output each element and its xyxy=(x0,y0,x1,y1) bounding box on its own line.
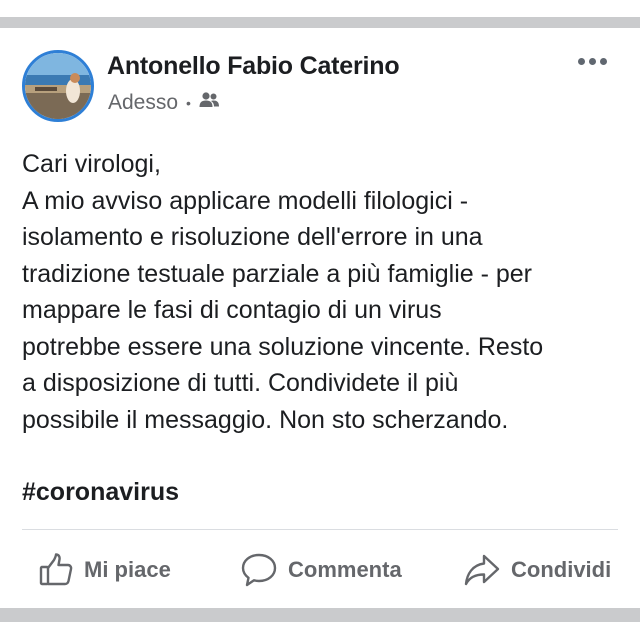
thumbs-up-icon xyxy=(38,552,74,588)
more-options-icon[interactable] xyxy=(578,58,607,65)
hashtag-link[interactable]: #coronavirus xyxy=(22,478,179,507)
author-name[interactable]: Antonello Fabio Caterino xyxy=(107,52,400,81)
post-meta: Adesso • xyxy=(108,91,220,115)
like-label: Mi piace xyxy=(84,557,171,582)
post-text: Cari virologi, A mio avviso applicare mo… xyxy=(22,150,544,434)
comment-label: Commenta xyxy=(288,557,402,582)
avatar[interactable] xyxy=(22,50,94,122)
comment-bubble-icon xyxy=(240,552,278,588)
avatar-image xyxy=(25,53,91,119)
post-actions: Mi piace Commenta Condividi xyxy=(0,544,640,596)
meta-separator: • xyxy=(186,95,191,111)
share-label: Condividi xyxy=(511,557,612,582)
share-arrow-icon xyxy=(463,552,501,588)
friends-icon[interactable] xyxy=(198,91,220,115)
feed-separator-bottom xyxy=(0,608,640,640)
share-button[interactable]: Condividi xyxy=(463,544,611,596)
post-card: Antonello Fabio Caterino Adesso • Cari v… xyxy=(0,28,640,608)
like-button[interactable]: Mi piace xyxy=(38,544,171,596)
post-timestamp[interactable]: Adesso xyxy=(108,91,178,115)
feed-separator-top xyxy=(0,0,640,28)
comment-button[interactable]: Commenta xyxy=(240,544,402,596)
actions-divider xyxy=(22,529,618,530)
